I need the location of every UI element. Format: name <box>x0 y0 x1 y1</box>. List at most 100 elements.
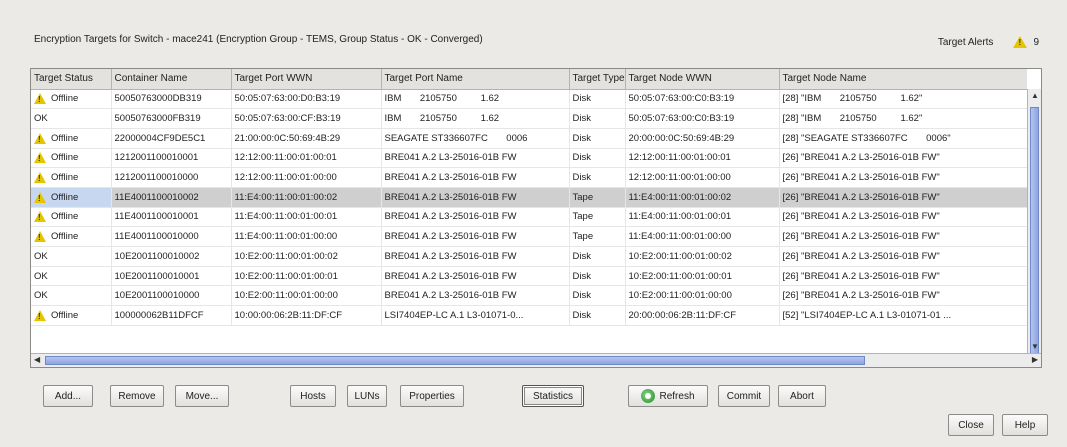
commit-button[interactable]: Commit <box>718 385 770 407</box>
table-cell-container: 1212001100010001 <box>111 148 232 169</box>
table-cell-node-wwn: 10:E2:00:11:00:01:00:02 <box>625 246 780 267</box>
table-cell-type: Disk <box>569 246 626 267</box>
table-cell-node-wwn: 11:E4:00:11:00:01:00:00 <box>625 226 780 247</box>
statistics-button[interactable]: Statistics <box>522 385 584 407</box>
refresh-button[interactable]: Refresh <box>628 385 708 407</box>
table-cell-type: Disk <box>569 167 626 188</box>
status-cell: Offline <box>31 207 112 228</box>
vertical-scrollbar[interactable]: ▲ ▼ <box>1027 89 1041 357</box>
table-row[interactable]: OK 10E2001100010001 10:E2:00:11:00:01:00:0… <box>31 266 1027 287</box>
table-cell-node-wwn: 10:E2:00:11:00:01:00:01 <box>625 266 780 287</box>
table-cell-port-name: BRE041 A.2 L3-25016-01B FW <box>381 187 570 208</box>
status-text: Offline <box>51 152 79 164</box>
status-cell: Offline <box>31 305 112 326</box>
status-cell: OK <box>31 108 112 129</box>
table-cell-port-name: IBM 2105750 1.62 <box>381 89 570 110</box>
abort-button[interactable]: Abort <box>778 385 826 407</box>
add-button[interactable]: Add... <box>43 385 93 407</box>
table-row[interactable]: Offline11E400110001000011:E4:00:11:00:01… <box>31 226 1027 247</box>
scroll-right-arrow-icon[interactable]: ▶ <box>1032 355 1038 364</box>
table-cell-port-wwn: 10:E2:00:11:00:01:00:02 <box>231 246 382 267</box>
status-text: Offline <box>51 191 79 203</box>
vertical-scroll-thumb[interactable] <box>1030 107 1039 357</box>
table-cell-node-name: [26] "BRE041 A.2 L3-25016-01B FW" <box>779 266 1027 287</box>
status-text: Offline <box>51 172 79 184</box>
table-row[interactable]: Offline11E400110001000211:E4:00:11:00:01… <box>31 187 1027 208</box>
close-button[interactable]: Close <box>948 414 994 436</box>
refresh-icon <box>641 389 656 403</box>
warning-icon <box>34 93 46 105</box>
table-cell-type: Disk <box>569 128 626 149</box>
status-cell: OK <box>31 246 112 267</box>
table-cell-container: 50050763000FB319 <box>111 108 232 129</box>
table-cell-port-wwn: 11:E4:00:11:00:01:00:01 <box>231 207 382 228</box>
table-cell-container: 22000004CF9DE5C1 <box>111 128 232 149</box>
target-alerts[interactable]: Target Alerts 9 <box>938 36 1039 48</box>
move-button[interactable]: Move... <box>175 385 229 407</box>
table-row[interactable]: Offline11E400110001000111:E4:00:11:00:01… <box>31 207 1027 228</box>
horizontal-scrollbar[interactable]: ◀ ▶ <box>31 353 1041 367</box>
status-text: Offline <box>51 93 79 105</box>
table-cell-port-name: BRE041 A.2 L3-25016-01B FW <box>381 207 570 228</box>
table-cell-node-name: [52] "LSI7404EP-LC A.1 L3-01071-01 ... <box>779 305 1027 326</box>
table-cell-node-name: [26] "BRE041 A.2 L3-25016-01B FW" <box>779 226 1027 247</box>
table-row[interactable]: Offline 100000062B11DFCF10:00:00:06:2B:11… <box>31 305 1027 326</box>
scroll-left-arrow-icon[interactable]: ◀ <box>34 355 40 364</box>
table-cell-port-name: SEAGATE ST336607FC 0006 <box>381 128 570 149</box>
table-cell-type: Tape <box>569 207 626 228</box>
table-cell-type: Disk <box>569 305 626 326</box>
table-cell-node-wwn: 11:E4:00:11:00:01:00:01 <box>625 207 780 228</box>
table-cell-node-wwn: 12:12:00:11:00:01:00:00 <box>625 167 780 188</box>
target-alerts-label: Target Alerts <box>937 36 994 48</box>
table-cell-node-name: [28] "IBM 2105750 1.62" <box>779 89 1027 110</box>
table-cell-container: 10E2001100010001 <box>111 266 232 287</box>
column-header[interactable]: Target Type <box>569 69 626 90</box>
status-cell: Offline <box>31 187 112 208</box>
column-header[interactable]: Container Name <box>111 69 232 90</box>
hosts-button[interactable]: Hosts <box>290 385 336 407</box>
column-header[interactable]: Target Node WWN <box>625 69 780 90</box>
luns-button[interactable]: LUNs <box>347 385 387 407</box>
table-cell-type: Tape <box>569 187 626 208</box>
table-cell-port-wwn: 21:00:00:0C:50:69:4B:29 <box>231 128 382 149</box>
status-text: Offline <box>51 211 79 223</box>
properties-button[interactable]: Properties <box>400 385 464 407</box>
table-cell-port-name: BRE041 A.2 L3-25016-01B FW <box>381 285 570 307</box>
column-header[interactable]: Target Port WWN <box>231 69 382 90</box>
help-button[interactable]: Help <box>1002 414 1048 436</box>
status-text: OK <box>34 250 48 262</box>
status-text: Offline <box>51 309 79 321</box>
status-text: OK <box>34 113 48 125</box>
table-cell-port-name: LSI7404EP-LC A.1 L3-01071-0... <box>381 305 570 326</box>
column-header[interactable]: Target Port Name <box>381 69 570 90</box>
column-header[interactable]: Target Node Name <box>779 69 1027 90</box>
table-cell-port-wwn: 12:12:00:11:00:01:00:00 <box>231 167 382 188</box>
table-row[interactable]: OK 50050763000FB319 50:05:07:63:00:CF:B3:1… <box>31 108 1027 129</box>
column-header[interactable]: Target Status <box>31 69 112 90</box>
table-row[interactable]: OK 10E2001100010002 10:E2:00:11:00:01:00:0… <box>31 246 1027 267</box>
table-cell-node-name: [26] "BRE041 A.2 L3-25016-01B FW" <box>779 148 1027 169</box>
table-cell-node-name: [26] "BRE041 A.2 L3-25016-01B FW" <box>779 285 1027 307</box>
table-row[interactable]: Offline121200110001000112:12:00:11:00:01… <box>31 148 1027 169</box>
encryption-targets-table[interactable]: Target Status Container Name Target Port W… <box>30 68 1042 368</box>
table-row[interactable]: Offline 22000004CF9DE5C121:00:00:0C:50:69… <box>31 128 1027 149</box>
table-row[interactable]: OK 10E2001100010000 10:E2:00:11:00:01:00:0… <box>31 285 1027 307</box>
table-cell-container: 1212001100010000 <box>111 167 232 188</box>
table-cell-node-wwn: 50:05:07:63:00:C0:B3:19 <box>625 108 780 129</box>
table-cell-port-name: BRE041 A.2 L3-25016-01B FW <box>381 266 570 287</box>
table-row[interactable]: Offline 50050763000DB31950:05:07:63:00:D0… <box>31 89 1027 110</box>
horizontal-scroll-thumb[interactable] <box>45 356 865 365</box>
table-row[interactable]: Offline121200110001000012:12:00:11:00:01… <box>31 167 1027 188</box>
table-cell-node-name: [26] "BRE041 A.2 L3-25016-01B FW" <box>779 207 1027 228</box>
scroll-down-arrow-icon[interactable]: ▼ <box>1031 342 1039 351</box>
status-cell: Offline <box>31 148 112 169</box>
header-title: Encryption Targets for Switch - mace241 … <box>34 34 483 45</box>
warning-icon <box>34 172 46 184</box>
remove-button[interactable]: Remove <box>110 385 164 407</box>
table-cell-port-name: BRE041 A.2 L3-25016-01B FW <box>381 226 570 247</box>
table-cell-port-wwn: 10:00:00:06:2B:11:DF:CF <box>231 305 382 326</box>
scroll-up-arrow-icon[interactable]: ▲ <box>1031 91 1039 100</box>
status-cell: OK <box>31 266 112 287</box>
status-cell: OK <box>31 285 112 307</box>
status-cell: Offline <box>31 167 112 188</box>
